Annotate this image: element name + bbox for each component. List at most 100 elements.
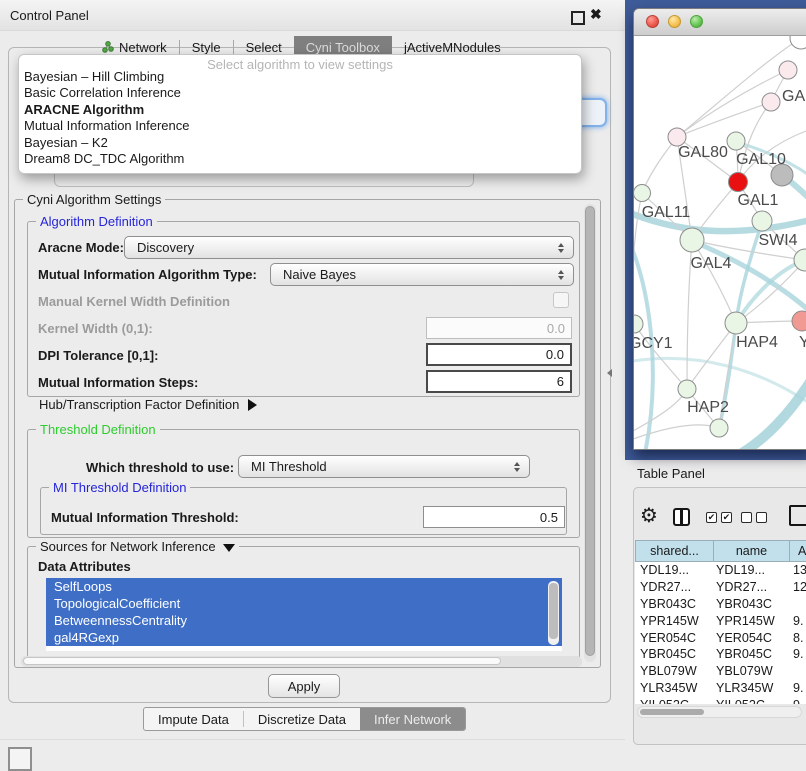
algorithm-dropdown-list: Bayesian – Hill ClimbingBasic Correlatio… [22,69,578,167]
document-icon[interactable] [789,505,806,526]
dock-icon-partial[interactable] [8,747,32,771]
algorithm-option-dream8-dc-tdc-algorithm[interactable]: Dream8 DC_TDC Algorithm [22,151,578,167]
bottom-tab-impute-data[interactable]: Impute Data [144,708,243,730]
algorithm-definition-title: Algorithm Definition [36,214,157,229]
hub-definition-expander[interactable]: Hub/Transcription Factor Definition [39,397,257,412]
divider [0,739,625,740]
apply-button[interactable]: Apply [268,674,340,698]
kernel-width-label: Kernel Width (0,1): [38,321,153,336]
table-panel-title: Table Panel [637,466,705,481]
data-attribute-gal4rgexp[interactable]: gal4RGexp [46,629,562,646]
aracne-mode-select[interactable]: Discovery [124,236,574,259]
network-node-gcy1[interactable] [634,315,643,333]
manual-kernel-label: Manual Kernel Width Definition [38,294,230,309]
column-header-shared[interactable]: shared... [635,540,713,562]
threshold-definition-group: Threshold Definition Which threshold to … [27,429,580,538]
table-body: YDL19...YDL19...13YDR27...YDR27...12YBR0… [635,562,806,704]
network-node-pink-a[interactable] [779,61,797,79]
unchecked-boxes-icon[interactable] [741,512,767,523]
algorithm-option-mutual-information-inference[interactable]: Mutual Information Inference [22,118,578,134]
scrollbar-thumb[interactable] [585,206,595,656]
zoom-traffic-light-icon[interactable] [690,15,703,28]
expand-right-icon [248,399,257,411]
hub-definition-label: Hub/Transcription Factor Definition [39,397,239,412]
table-row[interactable]: YDR27...YDR27...12 [635,579,806,596]
node-label-hap2: HAP2 [687,399,729,416]
data-attribute-topologicalcoefficient[interactable]: TopologicalCoefficient [46,595,562,612]
network-node-hap2-lower[interactable] [710,419,728,437]
data-attributes-label: Data Attributes [38,559,131,574]
table-row[interactable]: YBL079WYBL079W [635,663,806,680]
collapse-down-icon[interactable] [223,544,235,552]
table-cell: YDL19... [713,563,789,577]
splitter-collapse-icon[interactable] [607,369,612,377]
network-node-gal4[interactable] [680,228,704,252]
table-row[interactable]: YDL19...YDL19...13 [635,562,806,579]
table-cell: YLR345W [713,681,789,695]
checked-boxes-icon[interactable]: ✔✔ [706,512,732,523]
algorithm-option-aracne-algorithm[interactable]: ARACNE Algorithm [22,102,578,118]
table-cell: YBR045C [635,647,713,661]
which-threshold-select[interactable]: MI Threshold [238,455,530,478]
float-panel-icon[interactable] [571,11,585,25]
network-canvas[interactable]: GALGAL80GAL10GAL1GAL11SWI4GAL4GCY1HAP4YH… [634,35,806,450]
mi-threshold-definition-title: MI Threshold Definition [49,480,190,495]
network-window: GALGAL80GAL10GAL1GAL11SWI4GAL4GCY1HAP4YH… [633,8,806,450]
data-attribute-selfloops[interactable]: SelfLoops [46,578,562,595]
mi-steps-field[interactable]: 6 [426,370,572,393]
table-cell: YBR045C [713,647,789,661]
list-vertical-scrollbar[interactable] [548,581,559,645]
close-traffic-light-icon[interactable] [646,15,659,28]
scrollbar-thumb[interactable] [23,657,501,665]
table-row[interactable]: YPR145WYPR145W9. [635,612,806,629]
table-row[interactable]: YIL052CYIL052C9. [635,696,806,704]
algorithm-option-bayesian-hill-climbing[interactable]: Bayesian – Hill Climbing [22,69,578,85]
dpi-tolerance-label: DPI Tolerance [0,1]: [38,348,158,363]
gear-icon[interactable]: ⚙ [640,504,658,526]
settings-horizontal-scrollbar[interactable] [21,656,582,667]
algorithm-option-bayesian-k2[interactable]: Bayesian – K2 [22,135,578,151]
data-attribute-betweennesscentrality[interactable]: BetweennessCentrality [46,612,562,629]
algorithm-option-basic-correlation-inference[interactable]: Basic Correlation Inference [22,85,578,101]
network-node-pink-b[interactable] [762,93,780,111]
columns-icon[interactable] [673,508,690,526]
column-header-a[interactable]: A [789,540,806,562]
which-threshold-label: Which threshold to use: [86,460,234,475]
mi-threshold-field[interactable]: 0.5 [423,506,565,528]
network-node-gal1[interactable] [752,211,772,231]
settings-vertical-scrollbar[interactable] [584,204,596,662]
table-cell: YBL079W [713,664,789,678]
network-node-salmon[interactable] [792,311,806,331]
network-node-top-partial[interactable] [790,35,806,49]
network-node-gal10[interactable] [727,132,745,150]
network-window-titlebar[interactable] [634,9,806,36]
node-label-y: Y [799,334,806,351]
mi-type-select[interactable]: Naive Bayes [270,263,574,286]
scrollbar-thumb[interactable] [549,583,558,639]
network-node-red[interactable] [729,173,748,192]
threshold-definition-title: Threshold Definition [36,422,160,437]
table-horizontal-scrollbar[interactable] [637,706,802,718]
table-row[interactable]: YER054CYER054C8. [635,629,806,646]
table-cell: YPR145W [713,614,789,628]
table-cell: YBR043C [635,597,713,611]
column-header-name[interactable]: name [713,540,789,562]
table-cell: YER054C [713,631,789,645]
network-node-gal11[interactable] [634,185,651,202]
table-cell: YPR145W [635,614,713,628]
minimize-traffic-light-icon[interactable] [668,15,681,28]
network-node-hap2[interactable] [678,380,696,398]
bottom-tab-bar: Impute DataDiscretize DataInfer Network [143,707,466,731]
dpi-tolerance-field[interactable]: 0.0 [426,343,572,366]
mi-threshold-label: Mutual Information Threshold: [51,510,239,525]
scrollbar-thumb[interactable] [640,709,704,715]
network-node-hap4[interactable] [725,312,747,334]
table-row[interactable]: YBR045CYBR045C9. [635,646,806,663]
close-icon[interactable]: ✖ [590,6,602,23]
table-row[interactable]: YLR345WYLR345W9. [635,680,806,697]
node-label-gal: GAL [782,88,806,105]
bottom-tab-infer-network[interactable]: Infer Network [360,708,465,730]
data-attributes-list: SelfLoopsTopologicalCoefficientBetweenne… [46,578,562,651]
table-row[interactable]: YBR043CYBR043C [635,596,806,613]
bottom-tab-discretize-data[interactable]: Discretize Data [244,708,360,730]
